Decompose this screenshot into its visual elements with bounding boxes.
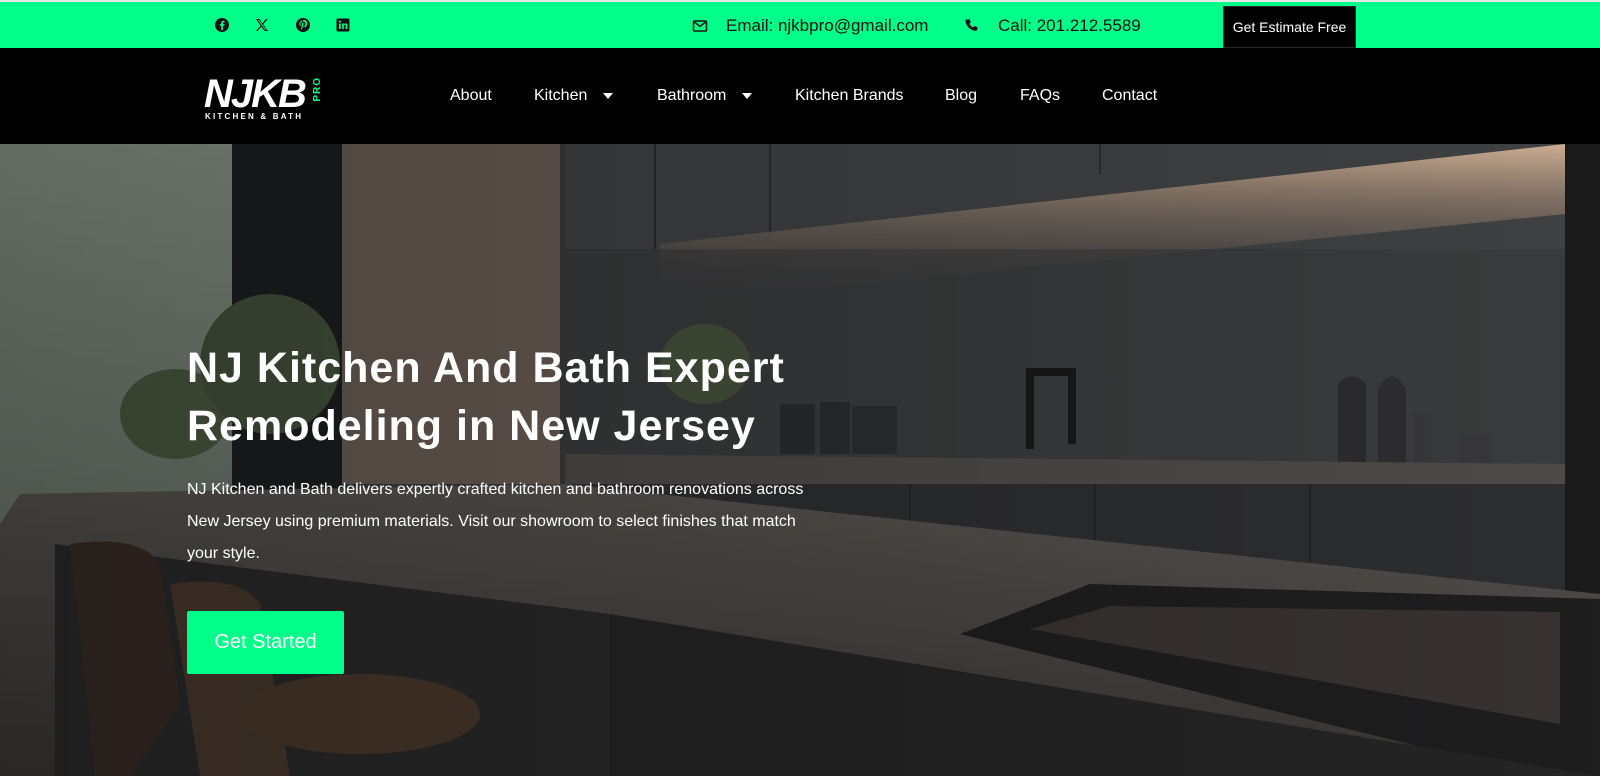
njkb-logo[interactable]: NJKB PRO KITCHEN & BATH [204,74,326,122]
hero-title: NJ Kitchen And Bath Expert Remodeling in… [187,339,847,455]
nav-item-about[interactable]: About [450,48,492,144]
nav-item-blog[interactable]: Blog [945,48,977,144]
logo-pro-mark: PRO [312,77,323,102]
email-contact[interactable]: Email: njkbpro@gmail.com [692,2,928,50]
phone-contact[interactable]: Call: 201.212.5589 [964,2,1141,50]
nav-item-kitchen[interactable]: Kitchen [534,48,614,144]
phone-icon [964,18,998,34]
hero-section: NJ Kitchen And Bath Expert Remodeling in… [0,144,1600,776]
logo-wordmark: NJKB [204,72,307,116]
logo-tagline: KITCHEN & BATH [205,112,304,121]
facebook-icon[interactable] [214,17,230,33]
hero-title-line-1: NJ Kitchen And Bath Expert [187,344,785,392]
top-bar: Email: njkbpro@gmail.com Call: 201.212.5… [0,0,1600,48]
caret-down-icon [603,93,614,99]
nav-item-kitchen-brands[interactable]: Kitchen Brands [795,48,904,144]
nav-item-label: FAQs [1020,87,1061,104]
envelope-icon [692,18,726,34]
nav-item-label: About [450,87,492,104]
linkedin-icon[interactable] [335,17,351,33]
nav-item-label: Blog [945,87,978,104]
pinterest-icon[interactable] [295,17,311,33]
get-started-button[interactable]: Get Started [187,611,344,674]
kitchen-background-image [0,144,1600,776]
caret-down-icon [742,93,753,99]
nav-item-contact[interactable]: Contact [1102,48,1157,144]
nav-item-label: Contact [1102,87,1158,104]
nav-item-label: Bathroom [657,87,727,104]
hero-description: NJ Kitchen and Bath delivers expertly cr… [187,481,804,562]
nav-item-faqs[interactable]: FAQs [1020,48,1060,144]
get-estimate-button[interactable]: Get Estimate Free [1223,6,1356,48]
phone-text: Call: 201.212.5589 [998,16,1141,35]
nav-item-label: Kitchen Brands [795,87,904,104]
email-text: Email: njkbpro@gmail.com [726,16,929,35]
main-nav: NJKB PRO KITCHEN & BATH About Kitchen Ba… [0,48,1600,144]
hero-title-line-2: Remodeling in New Jersey [187,402,756,450]
nav-item-bathroom[interactable]: Bathroom [657,48,753,144]
x-twitter-icon[interactable] [254,17,270,33]
nav-item-label: Kitchen [534,87,588,104]
